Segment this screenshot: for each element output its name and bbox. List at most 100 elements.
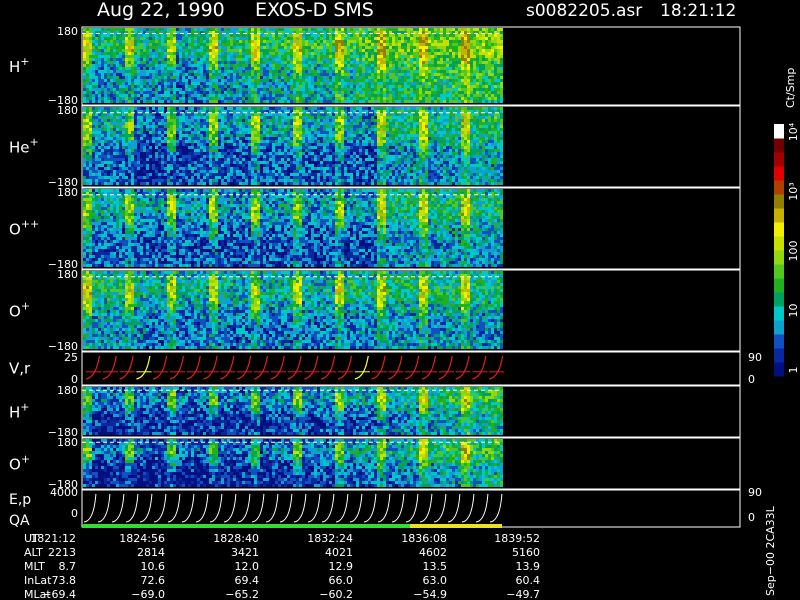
colorbar-swatch — [774, 306, 784, 321]
spectrogram-cells — [83, 28, 503, 103]
ephemeris-value: 1828:40 — [213, 532, 259, 545]
ephemeris-row-label: InLat — [24, 574, 52, 587]
velocity-sweep — [220, 355, 235, 380]
energy-sweep — [405, 493, 419, 523]
velocity-sweep — [438, 355, 453, 380]
velocity-sweep — [186, 355, 201, 380]
y-tick-top: 180 — [57, 104, 78, 117]
panel-y-label: H+ — [9, 401, 30, 422]
spectrogram-cells — [83, 271, 503, 349]
energy-sweep — [251, 493, 265, 523]
ephemeris-value: 10.6 — [141, 560, 166, 573]
y-tick-top: 180 — [57, 268, 78, 281]
footer-side-text: Sep−00 2CA33L — [764, 505, 777, 596]
ephemeris-value: −69.4 — [42, 588, 76, 600]
velocity-panel: 250900V,r — [9, 351, 762, 386]
velocity-sweep — [119, 355, 134, 380]
colorbar-swatch — [774, 250, 784, 265]
colorbar-tick-label: 1 — [787, 367, 800, 374]
colorbar-swatch — [774, 362, 784, 377]
colorbar-swatch — [774, 166, 784, 181]
right-tick-bottom: 0 — [748, 511, 755, 524]
y-tick-top: 180 — [57, 384, 78, 397]
qa-bar — [82, 524, 502, 528]
energy-sweep — [265, 493, 279, 523]
ephemeris-value: 4021 — [325, 546, 353, 559]
energy-sweep — [419, 493, 433, 523]
sms-plot-canvas: Aug 22, 1990 EXOS-D SMS s0082205.asr 18:… — [9, 0, 800, 600]
panel-frame — [81, 489, 741, 528]
energy-sweep — [335, 493, 349, 523]
energy-sweep — [125, 493, 139, 523]
velocity-sweep — [405, 355, 420, 380]
energy-sweep — [139, 493, 153, 523]
ephemeris-row-label: ALT — [24, 546, 43, 559]
energy-sweep — [433, 493, 447, 523]
energy-sweep — [167, 493, 181, 523]
sms-plot-page: Aug 22, 1990 EXOS-D SMS s0082205.asr 18:… — [0, 0, 800, 600]
ephemeris-value: −60.2 — [319, 588, 353, 600]
ephemeris-value: 1839:52 — [494, 532, 540, 545]
colorbar-swatch — [774, 348, 784, 363]
energy-sweep — [153, 493, 167, 523]
ephemeris-value: 12.0 — [235, 560, 260, 573]
energy-sweep — [321, 493, 335, 523]
energy-sweep — [349, 493, 363, 523]
ephemeris-value: 3421 — [231, 546, 259, 559]
spectrogram-panel-1: 180−180He+ — [9, 104, 741, 189]
right-tick-top: 90 — [748, 486, 762, 499]
velocity-traces — [85, 355, 505, 380]
spectrogram-cells — [83, 387, 503, 435]
energy-sweep — [391, 493, 405, 523]
energy-traces — [83, 493, 503, 523]
ephemeris-value: 12.9 — [329, 560, 354, 573]
panel-y-label-top: E,p — [9, 492, 31, 508]
y-tick-top: 25 — [64, 351, 78, 364]
y-tick-bottom: 0 — [71, 507, 78, 520]
ephemeris-value: 2213 — [48, 546, 76, 559]
ephemeris-value: 63.0 — [423, 574, 448, 587]
plot-instrument: EXOS-D SMS — [255, 0, 374, 21]
spectrogram-panel-5: 180−180H+ — [9, 384, 741, 439]
velocity-sweep — [321, 355, 336, 380]
velocity-sweep — [253, 355, 269, 380]
energy-sweep — [461, 493, 475, 523]
ephemeris-row-label: MLT — [24, 560, 45, 573]
velocity-sweep — [421, 355, 437, 380]
ephemeris-value: 66.0 — [329, 574, 354, 587]
ephemeris-value: 2814 — [137, 546, 165, 559]
panel-stack: 180−180H+180−180He+180−180O++180−180O+25… — [9, 25, 762, 529]
panel-y-label: O+ — [9, 300, 30, 321]
panel-y-label: V,r — [9, 360, 31, 378]
panel-y-label-bottom: QA — [9, 513, 30, 529]
velocity-sweep — [304, 355, 319, 380]
velocity-sweep — [455, 355, 470, 380]
energy-sweep — [209, 493, 223, 523]
y-tick-top: 180 — [57, 436, 78, 449]
velocity-sweep — [85, 355, 101, 380]
velocity-sweep — [472, 355, 487, 380]
panel-y-label: O++ — [9, 218, 39, 239]
colorbar-swatch — [774, 320, 784, 335]
colorbar-tick-label: 10³ — [787, 182, 800, 200]
y-tick-top: 180 — [57, 25, 78, 38]
panel-y-label: He+ — [9, 136, 39, 157]
colorbar-tick-label: 10⁴ — [787, 122, 800, 141]
colorbar-swatch — [774, 222, 784, 237]
plot-time: 18:21:12 — [660, 1, 736, 21]
ephemeris-value: 1824:56 — [119, 532, 165, 545]
energy-sweep — [237, 493, 251, 523]
velocity-sweep — [270, 355, 285, 380]
ephemeris-value: −69.0 — [131, 588, 165, 600]
y-tick-top: 4000 — [50, 486, 78, 499]
qa-good-segment — [82, 524, 410, 528]
right-tick-top: 90 — [748, 351, 762, 364]
colorbar-swatch — [774, 292, 784, 307]
colorbar-swatch — [774, 278, 784, 293]
energy-sweep — [377, 493, 391, 523]
panel-y-label: H+ — [9, 55, 30, 76]
ephemeris-value: −54.9 — [413, 588, 447, 600]
ephemeris-table: UT1821:12 1824:56 1828:40 1832:24 1836:08 183… — [24, 532, 540, 600]
ephemeris-value: 69.4 — [235, 574, 260, 587]
velocity-sweep — [287, 355, 302, 380]
